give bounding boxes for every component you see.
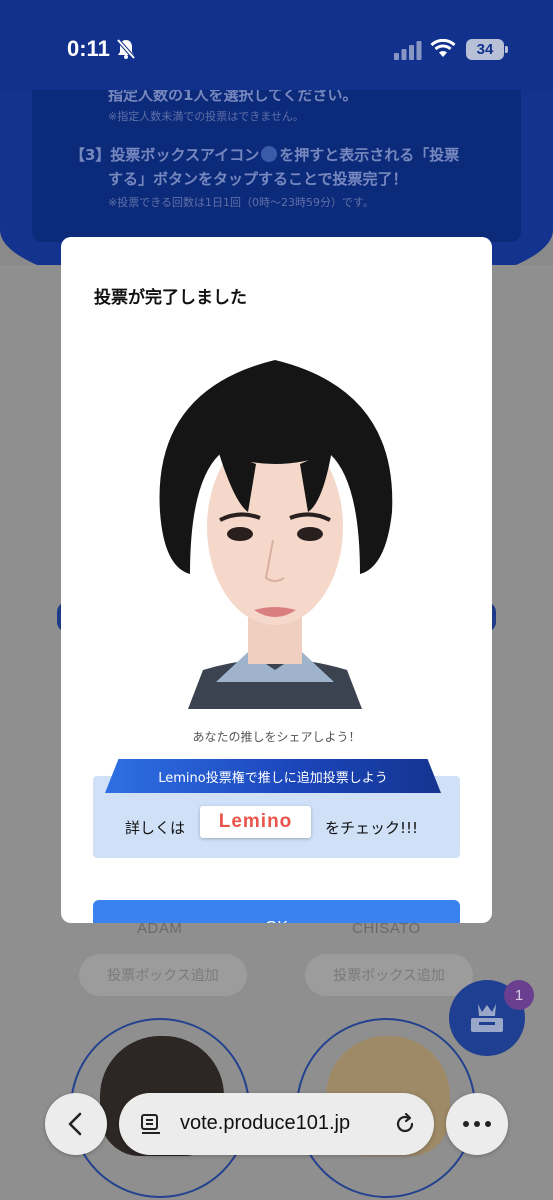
lemino-promo-banner: Lemino投票権で推しに追加投票しよう	[105, 759, 441, 793]
promo-detail-prefix: 詳しくは	[125, 819, 186, 837]
lemino-logo-link[interactable]: Lemino	[200, 806, 311, 838]
step3-suffix: を押すと表示される「投票	[279, 146, 460, 164]
reload-icon[interactable]	[393, 1112, 417, 1136]
back-button[interactable]	[45, 1093, 107, 1155]
address-bar[interactable]: vote.produce101.jp	[119, 1093, 434, 1155]
step3-prefix: 【3】投票ボックスアイコン	[70, 146, 260, 164]
add-to-vote-box-button[interactable]: 投票ボックス追加	[79, 954, 247, 996]
candidate-portrait	[159, 360, 393, 709]
status-bar: 0:11 34	[0, 0, 553, 90]
ballot-box-icon	[471, 1004, 503, 1032]
vote-box-count-badge: 1	[504, 980, 534, 1010]
instruction-note: ※指定人数未満での投票はできません。	[108, 110, 304, 123]
step3-note: ※投票できる回数は1日1回（0時〜23時59分）です。	[108, 196, 374, 209]
more-options-button[interactable]	[446, 1093, 508, 1155]
add-to-vote-box-button[interactable]: 投票ボックス追加	[305, 954, 473, 996]
cellular-signal-icon	[394, 41, 422, 60]
wifi-icon	[430, 39, 456, 57]
vote-complete-dialog: 投票が完了しました あなたの推しをシェアしよう！ Lemino投票権で推しに追加…	[61, 237, 492, 923]
dialog-title: 投票が完了しました	[94, 288, 247, 308]
voting-instructions-panel: 指定人数の1人を選択してください。 ※指定人数未満での投票はできません。 【3】…	[32, 70, 521, 242]
url-text: vote.produce101.jp	[180, 1112, 351, 1134]
page-menu-icon[interactable]	[139, 1112, 163, 1136]
ok-button[interactable]: OK	[93, 900, 460, 923]
muted-bell-icon	[116, 38, 136, 60]
clock: 0:11	[67, 36, 110, 61]
ellipsis-icon	[463, 1121, 491, 1127]
promo-detail-suffix: をチェック!!!	[325, 819, 419, 837]
chevron-left-icon	[68, 1112, 82, 1136]
battery-level: 34	[466, 39, 508, 60]
step3-line: 【3】投票ボックスアイコン を押すと表示される「投票	[70, 144, 459, 165]
step3-line2: する」ボタンをタップすることで投票完了！	[108, 170, 408, 188]
vote-box-icon	[261, 146, 278, 162]
share-prompt: あなたの推しをシェアしよう！	[192, 730, 361, 744]
